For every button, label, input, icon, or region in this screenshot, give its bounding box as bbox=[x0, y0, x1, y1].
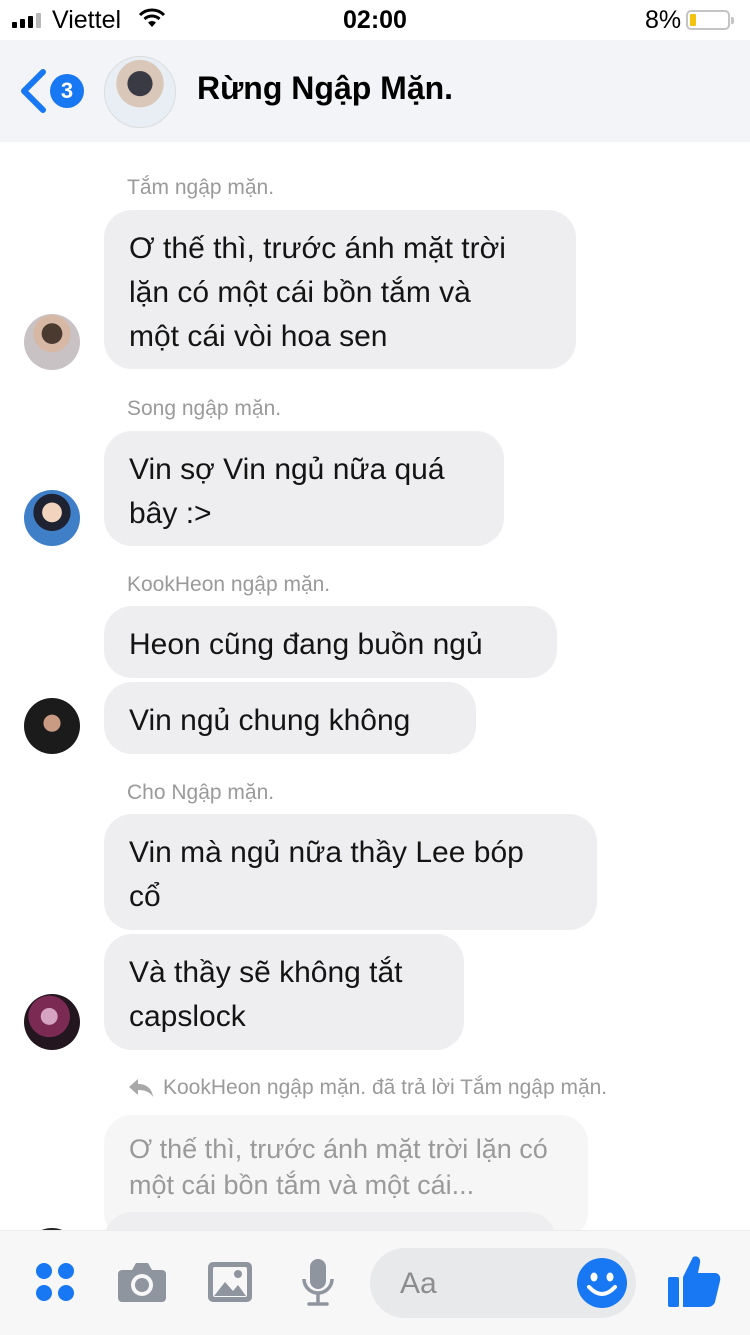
battery-percentage: 8% bbox=[645, 6, 682, 34]
reply-arrow-icon bbox=[129, 1079, 153, 1097]
message-input-container[interactable] bbox=[370, 1248, 636, 1320]
sender-avatar[interactable] bbox=[24, 314, 80, 370]
group-avatar[interactable] bbox=[104, 56, 176, 128]
status-bar: Viettel 02:00 8% bbox=[0, 0, 750, 40]
back-button[interactable]: 3 bbox=[18, 68, 84, 114]
message-composer bbox=[0, 1230, 750, 1335]
chat-title[interactable]: Rừng Ngập Mặn. bbox=[197, 70, 453, 107]
message-bubble[interactable]: Vin mà ngủ nữa thầy Lee bóp cổ bbox=[104, 814, 597, 930]
four-dots-icon bbox=[36, 1263, 74, 1301]
conversation-header: 3 Rừng Ngập Mặn. bbox=[0, 40, 750, 142]
image-icon bbox=[208, 1262, 252, 1302]
sender-name: Tắm ngập mặn. bbox=[127, 176, 275, 199]
camera-icon bbox=[118, 1263, 166, 1302]
microphone-icon bbox=[302, 1259, 334, 1306]
clock: 02:00 bbox=[343, 6, 407, 34]
emoji-icon[interactable] bbox=[575, 1256, 629, 1310]
message-bubble[interactable]: Vin ngủ chung không bbox=[104, 682, 476, 754]
message-bubble[interactable]: Ơ thế thì, trước ánh mặt trời lặn có một… bbox=[104, 210, 576, 369]
thumbs-up-icon[interactable] bbox=[664, 1251, 724, 1311]
voice-button[interactable] bbox=[291, 1255, 345, 1309]
sender-name: KookHeon ngập mặn. bbox=[127, 573, 331, 596]
camera-button[interactable] bbox=[115, 1255, 169, 1309]
sender-name: Song ngập mặn. bbox=[127, 397, 282, 420]
message-input[interactable] bbox=[398, 1248, 582, 1320]
message-bubble[interactable]: Heon cũng đang buồn ngủ bbox=[104, 606, 557, 678]
sender-avatar[interactable] bbox=[24, 994, 80, 1050]
battery-icon bbox=[686, 10, 734, 30]
message-bubble[interactable]: Và thầy sẽ không tắt capslock bbox=[104, 934, 464, 1050]
quoted-message-text: Ơ thế thì, trước ánh mặt trời lặn có một… bbox=[129, 1134, 548, 1200]
sender-avatar[interactable] bbox=[24, 490, 80, 546]
chevron-left-icon bbox=[21, 69, 46, 113]
more-options-button[interactable] bbox=[28, 1255, 82, 1309]
reply-indicator: KookHeon ngập mặn. đã trả lời Tắm ngập m… bbox=[127, 1076, 607, 1100]
reply-note-text: KookHeon ngập mặn. đã trả lời Tắm ngập m… bbox=[163, 1076, 608, 1099]
message-bubble[interactable]: Vin sợ Vin ngủ nữa quá bây :> bbox=[104, 431, 504, 546]
sender-avatar[interactable] bbox=[24, 698, 80, 754]
unread-count-badge: 3 bbox=[50, 74, 84, 108]
sender-name: Cho Ngập mặn. bbox=[127, 781, 275, 804]
gallery-button[interactable] bbox=[203, 1255, 257, 1309]
